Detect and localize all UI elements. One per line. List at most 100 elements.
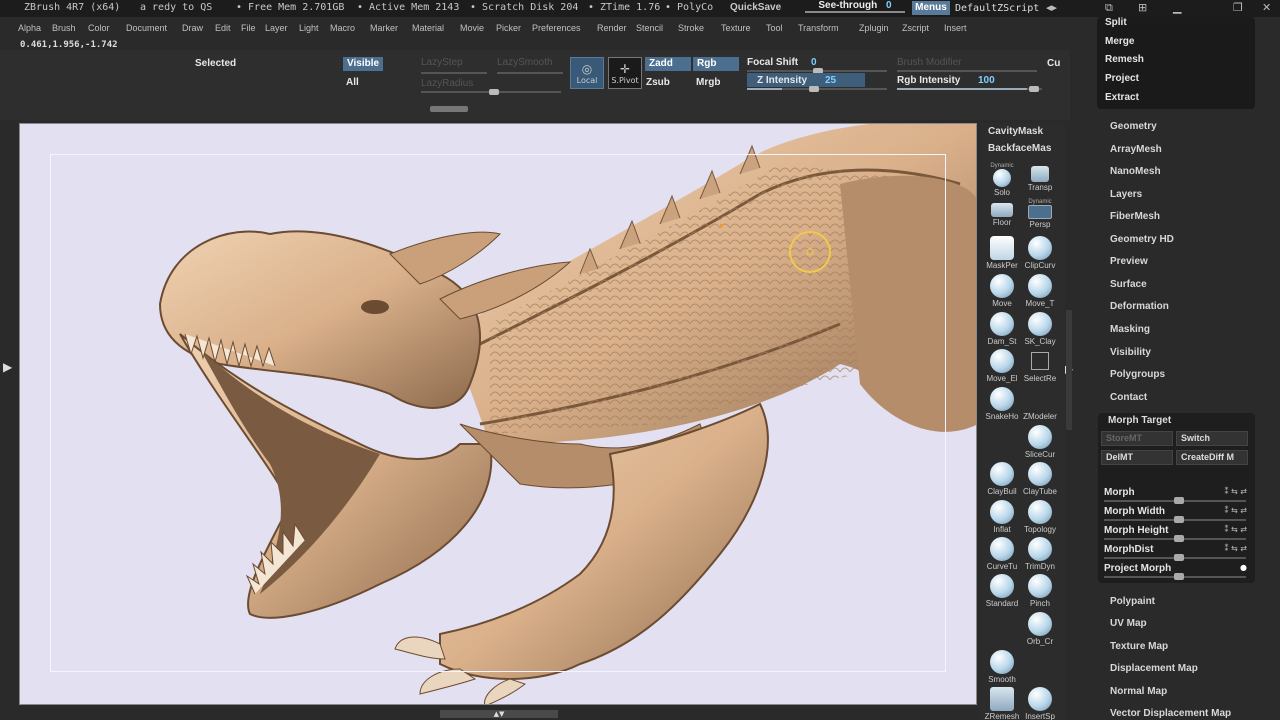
solo-button[interactable]: Dynamic Solo — [983, 163, 1021, 197]
zremesher-brush[interactable]: ZRemesh — [983, 687, 1021, 720]
menu-zscript[interactable]: Zscript — [902, 23, 929, 33]
snakehook-brush[interactable]: SnakeHo — [983, 387, 1021, 421]
z-intensity-slider[interactable] — [747, 86, 887, 92]
subpalette-texture-map[interactable]: Texture Map — [1110, 641, 1168, 652]
project-morph-label[interactable]: Project Morph — [1104, 563, 1171, 574]
lazystep-label[interactable]: LazyStep — [421, 57, 463, 68]
claytubes-brush[interactable]: ClayTube — [1021, 462, 1059, 496]
subpalette-layers[interactable]: Layers — [1110, 189, 1142, 200]
subpalette-displacement-map[interactable]: Displacement Map — [1110, 663, 1198, 674]
subpalette-contact[interactable]: Contact — [1110, 392, 1147, 403]
subpalette-polygroups[interactable]: Polygroups — [1110, 369, 1165, 380]
creatediff-button[interactable]: CreateDiff M — [1176, 450, 1248, 465]
rgb-button[interactable]: Rgb — [693, 57, 739, 71]
remesh-item[interactable]: Remesh — [1105, 54, 1144, 65]
morph-label[interactable]: Morph — [1104, 487, 1135, 498]
subpalette-preview[interactable]: Preview — [1110, 256, 1148, 267]
morphdist-slider[interactable] — [1104, 554, 1246, 561]
morphdist-controls-icon[interactable]: ⁑ ⇆ ⇄ — [1225, 544, 1248, 553]
all-button[interactable]: All — [346, 77, 359, 88]
menu-file[interactable]: File — [241, 23, 256, 33]
left-tray-arrow[interactable]: ▶ — [3, 360, 12, 374]
move-elastic-brush[interactable]: Move_El — [983, 349, 1021, 383]
orb-cracks-brush[interactable]: Orb_Cr — [1021, 612, 1059, 646]
smooth-brush[interactable]: Smooth — [983, 650, 1021, 684]
toolbar-scroll-handle[interactable] — [430, 106, 468, 112]
focal-shift-label[interactable]: Focal Shift — [747, 57, 798, 68]
standard-brush[interactable]: Standard — [983, 574, 1021, 608]
subpalette-nanomesh[interactable]: NanoMesh — [1110, 166, 1161, 177]
layout-icon[interactable]: ⧉ — [1105, 1, 1113, 15]
project-item[interactable]: Project — [1105, 73, 1139, 84]
extract-item[interactable]: Extract — [1105, 92, 1139, 103]
close-icon[interactable]: ✕ — [1262, 1, 1271, 14]
subpalette-fibermesh[interactable]: FiberMesh — [1110, 211, 1160, 222]
visible-button[interactable]: Visible — [343, 57, 383, 71]
mrgb-button[interactable]: Mrgb — [696, 77, 720, 88]
merge-item[interactable]: Merge — [1105, 36, 1134, 47]
menu-draw[interactable]: Draw — [182, 23, 203, 33]
menu-document[interactable]: Document — [126, 23, 167, 33]
subpalette-geometry-hd[interactable]: Geometry HD — [1110, 234, 1174, 245]
morph-controls-icon[interactable]: ⁑ ⇆ ⇄ — [1225, 487, 1248, 496]
move-topological-brush[interactable]: Move_T — [1021, 274, 1059, 308]
menu-tool[interactable]: Tool — [766, 23, 783, 33]
morph-width-slider[interactable] — [1104, 516, 1246, 523]
delmt-button[interactable]: DelMT — [1101, 450, 1173, 465]
sk-clay-brush[interactable]: SK_Clay — [1021, 312, 1059, 346]
cu-label[interactable]: Cu — [1047, 58, 1060, 69]
rgb-intensity-slider[interactable] — [897, 86, 1042, 92]
morphdist-label[interactable]: MorphDist — [1104, 544, 1153, 555]
menu-layer[interactable]: Layer — [265, 23, 288, 33]
local-button[interactable]: ◎ Local — [570, 57, 604, 89]
subpalette-geometry[interactable]: Geometry — [1110, 121, 1157, 132]
maskper-brush[interactable]: MaskPer — [983, 236, 1021, 270]
selectrect-brush[interactable]: SelectRe — [1021, 349, 1059, 383]
menu-zplugin[interactable]: Zplugin — [859, 23, 889, 33]
zmodeler-brush[interactable]: ZModeler — [1021, 387, 1059, 421]
morph-height-label[interactable]: Morph Height — [1104, 525, 1168, 536]
morph-target-title[interactable]: Morph Target — [1108, 415, 1171, 426]
menu-stencil[interactable]: Stencil — [636, 23, 663, 33]
menu-macro[interactable]: Macro — [330, 23, 355, 33]
lazysmooth-label[interactable]: LazySmooth — [497, 57, 553, 68]
selected-label[interactable]: Selected — [195, 58, 236, 69]
morph-width-controls-icon[interactable]: ⁑ ⇆ ⇄ — [1225, 506, 1248, 515]
menu-light[interactable]: Light — [299, 23, 319, 33]
menu-transform[interactable]: Transform — [798, 23, 839, 33]
morph-width-label[interactable]: Morph Width — [1104, 506, 1165, 517]
menu-edit[interactable]: Edit — [215, 23, 231, 33]
morph-height-controls-icon[interactable]: ⁑ ⇆ ⇄ — [1225, 525, 1248, 534]
transp-button[interactable]: Transp — [1021, 166, 1059, 192]
arrows-icon[interactable]: ◂▸ — [1046, 1, 1057, 14]
menu-insert[interactable]: Insert — [944, 23, 967, 33]
split-item[interactable]: Split — [1105, 17, 1127, 28]
storemt-button[interactable]: StoreMT — [1101, 431, 1173, 446]
subpalette-deformation[interactable]: Deformation — [1110, 301, 1169, 312]
project-morph-slider[interactable] — [1104, 573, 1246, 580]
zsub-button[interactable]: Zsub — [646, 77, 670, 88]
morph-height-slider[interactable] — [1104, 535, 1246, 542]
menu-alpha[interactable]: Alpha — [18, 23, 41, 33]
subpalette-vector-displacement-map[interactable]: Vector Displacement Map — [1110, 708, 1231, 719]
clipcurve-brush[interactable]: ClipCurv — [1021, 236, 1059, 270]
cavitymask-button[interactable]: CavityMask — [988, 126, 1043, 137]
menus-button[interactable]: Menus — [912, 1, 950, 15]
grid-icon[interactable]: ⊞ — [1138, 1, 1147, 14]
right-tray-divider[interactable] — [1066, 310, 1072, 430]
backfacemask-button[interactable]: BackfaceMas — [988, 143, 1051, 154]
claybuildup-brush[interactable]: ClayBuil — [983, 462, 1021, 496]
menu-stroke[interactable]: Stroke — [678, 23, 704, 33]
bottom-nub[interactable]: ▲▼ — [440, 710, 558, 718]
persp-button[interactable]: Dynamic Persp — [1021, 199, 1059, 229]
switch-button[interactable]: Switch — [1176, 431, 1248, 446]
zadd-button[interactable]: Zadd — [645, 57, 691, 71]
morph-slider[interactable] — [1104, 497, 1246, 504]
menu-color[interactable]: Color — [88, 23, 110, 33]
lazyradius-label[interactable]: LazyRadius — [421, 78, 473, 89]
menu-marker[interactable]: Marker — [370, 23, 398, 33]
move-brush[interactable]: Move — [983, 274, 1021, 308]
brush-modifier-slider[interactable] — [897, 70, 1037, 72]
menu-material[interactable]: Material — [412, 23, 444, 33]
slicecurve-brush[interactable]: SliceCur — [1021, 425, 1059, 459]
